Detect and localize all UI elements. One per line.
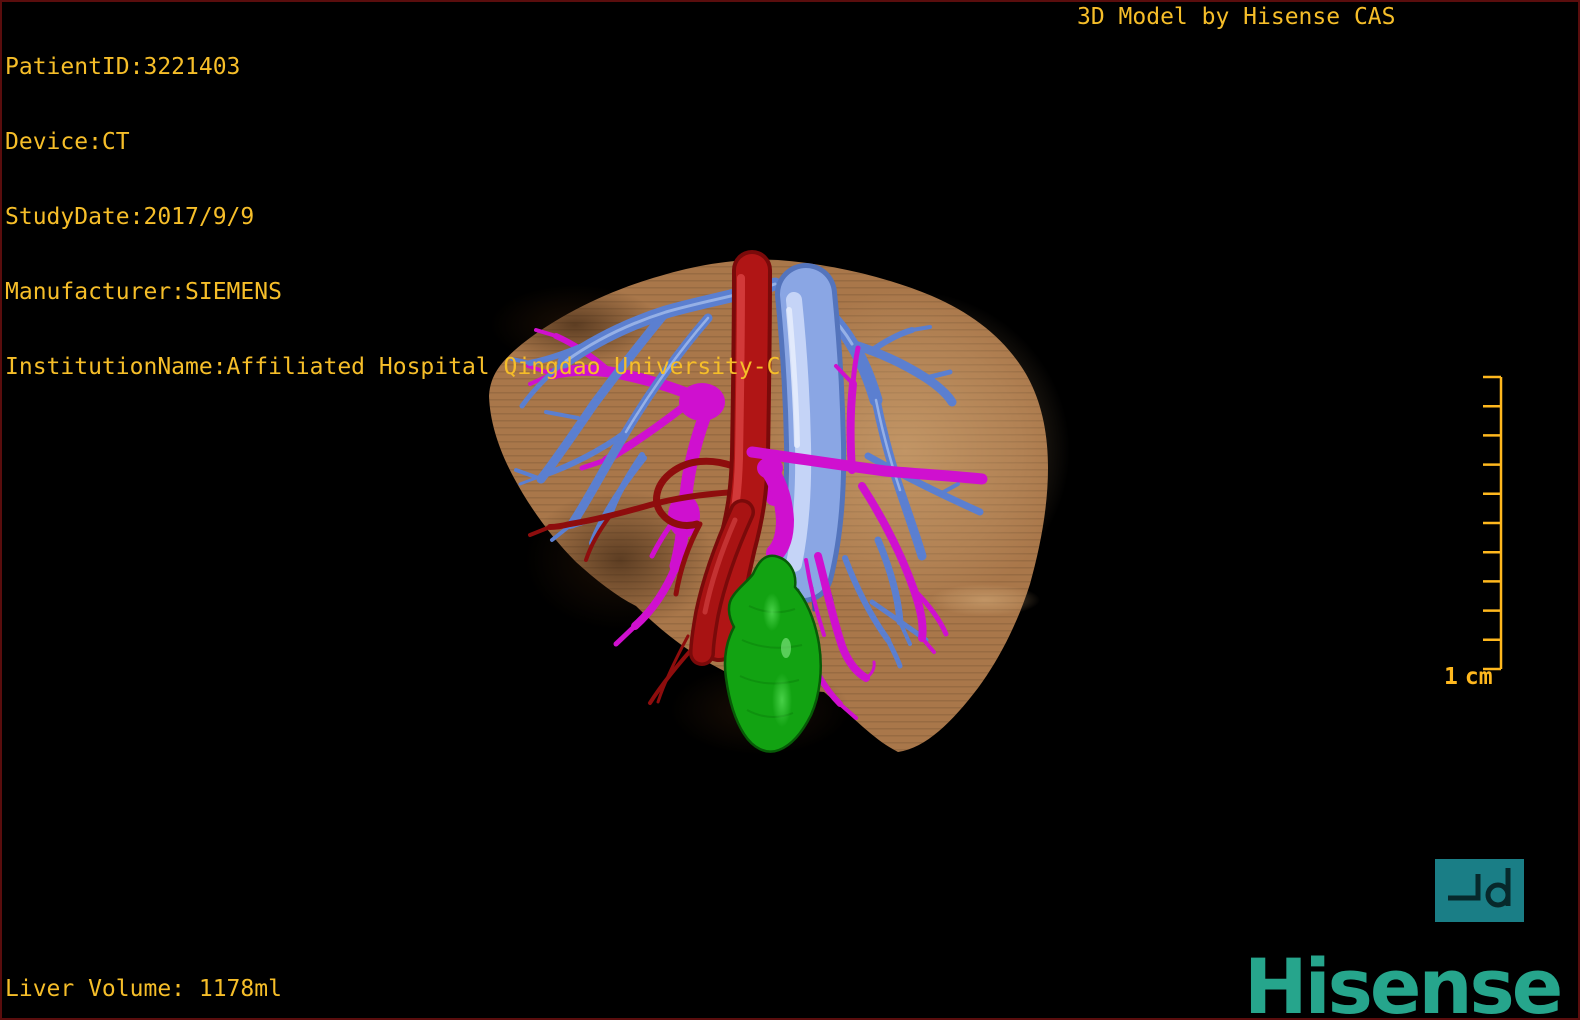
gallbladder-sheen-2 — [763, 593, 781, 631]
device: Device:CT — [5, 129, 130, 155]
study-date: StudyDate:2017/9/9 — [5, 204, 255, 230]
institution-name: InstitutionName:Affiliated Hospital Qing… — [5, 354, 781, 380]
gallbladder-spec — [781, 638, 791, 658]
gallbladder-sheen — [772, 673, 792, 727]
orientation-glyph-corner — [1448, 874, 1481, 901]
scale-unit: cm — [1464, 664, 1493, 690]
hisense-logo: Hisense — [1244, 942, 1563, 1020]
scale-label: 1 cm — [1444, 664, 1493, 690]
orientation-marker-icon — [1448, 868, 1511, 908]
patient-info: PatientID:3221403 Device:CT StudyDate:20… — [5, 5, 780, 405]
manufacturer: Manufacturer:SIEMENS — [5, 279, 282, 305]
watermark: 3D Model by Hisense CAS — [1077, 4, 1396, 30]
liver-sheen-streak — [930, 584, 1040, 616]
orientation-marker — [1435, 859, 1524, 922]
scale-ruler — [1483, 375, 1503, 671]
orientation-glyph-bowl — [1485, 882, 1511, 908]
liver-volume-label: Liver Volume: 1178ml — [5, 976, 282, 1002]
patient-id: PatientID:3221403 — [5, 54, 241, 80]
app-screen: { "viewer": { "watermark": "3D Model by … — [0, 0, 1580, 1020]
scale-value: 1 — [1444, 664, 1458, 690]
scale-ruler-ticks — [1483, 375, 1501, 671]
